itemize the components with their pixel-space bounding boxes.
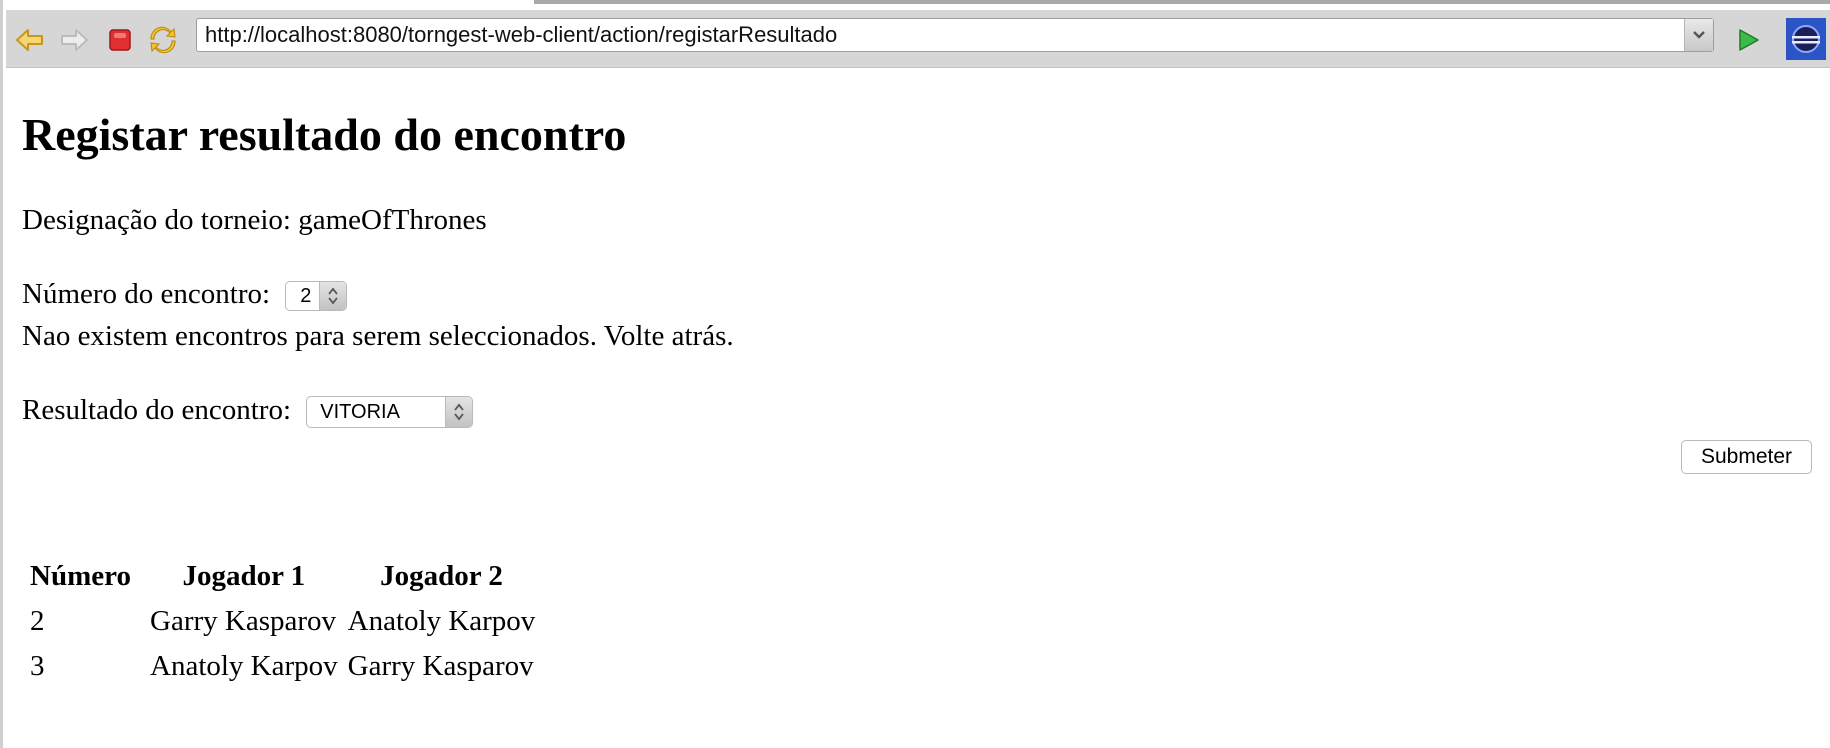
cell-player2: Anatoly Karpov [347,605,536,637]
url-dropdown-button[interactable] [1684,19,1713,51]
matches-table: Número Jogador 1 Jogador 2 2 Garry Kaspa… [22,552,543,691]
tournament-line: Designação do torneio: gameOfThrones [22,204,487,236]
match-number-stepper[interactable]: 2 [285,281,348,312]
stop-button[interactable] [104,24,136,56]
cell-player1: Anatoly Karpov [150,650,338,682]
forward-button[interactable] [58,24,90,56]
eclipse-button[interactable] [1786,18,1826,60]
table-row: 3 Anatoly Karpov Garry Kasparov [28,646,537,687]
match-number-label: Número do encontro: [22,278,271,310]
result-select-value: VITORIA [320,400,400,423]
no-matches-message: Nao existem encontros para serem selecci… [22,320,734,352]
result-label: Resultado do encontro: [22,394,292,426]
window-top-edge [0,0,1830,8]
cell-number: 3 [30,650,45,682]
column-header-player2: Jogador 2 [380,560,503,592]
url-bar[interactable]: http://localhost:8080/torngest-web-clien… [196,18,1714,52]
go-button[interactable] [1732,24,1764,56]
match-number-row: Número do encontro: 2 [22,278,348,312]
cell-player1: Garry Kasparov [150,605,337,637]
table-header-row: Número Jogador 1 Jogador 2 [28,556,537,597]
forward-arrow-icon [61,29,88,51]
table-row: 2 Garry Kasparov Anatoly Karpov [28,601,537,642]
chevron-down-icon [1693,31,1705,39]
eclipse-icon [1786,18,1826,60]
refresh-icon [150,26,176,54]
refresh-button[interactable] [147,24,179,56]
column-header-number: Número [30,560,131,592]
column-header-player1: Jogador 1 [182,560,306,592]
result-select[interactable]: VITORIA [306,396,474,429]
back-arrow-icon [16,29,43,51]
go-icon [1739,29,1759,51]
submit-button[interactable]: Submeter [1681,440,1812,474]
back-button[interactable] [14,24,46,56]
stepper-arrows-icon[interactable] [319,282,347,311]
cell-player2: Garry Kasparov [347,650,534,682]
page-title: Registar resultado do encontro [22,109,627,160]
stop-icon [109,29,131,51]
browser-toolbar: http://localhost:8080/torngest-web-clien… [6,10,1830,68]
cell-number: 2 [30,605,45,637]
window-left-edge [0,0,3,748]
result-row: Resultado do encontro: VITORIA [22,394,474,429]
url-text[interactable]: http://localhost:8080/torngest-web-clien… [197,22,1684,48]
match-number-value: 2 [300,284,312,307]
select-arrows-icon[interactable] [445,397,473,428]
